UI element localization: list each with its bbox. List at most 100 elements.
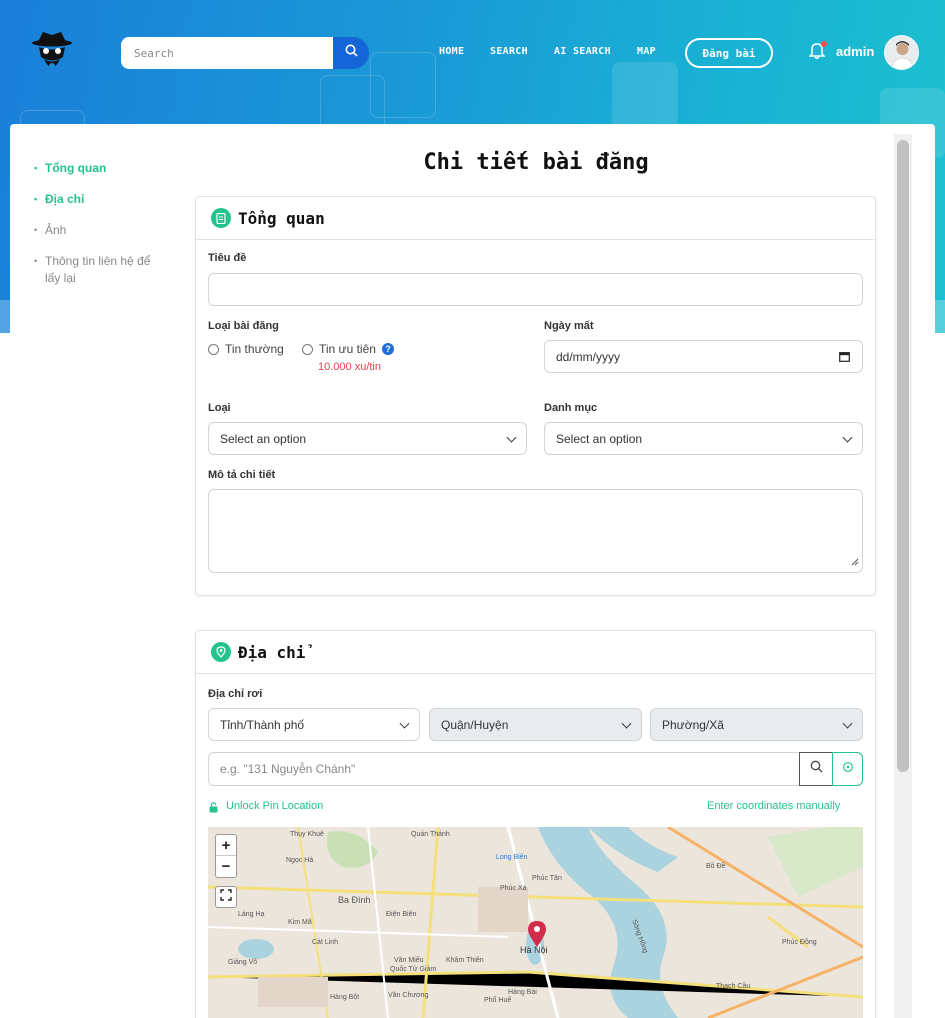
chevron-down-icon <box>621 718 632 729</box>
fullscreen-button[interactable] <box>215 886 237 908</box>
chevron-down-icon <box>506 432 517 443</box>
post-type-label: Loại bài đăng <box>208 320 279 332</box>
lock-icon <box>209 800 218 818</box>
type-select[interactable]: Select an option <box>208 422 527 455</box>
radio-priority-post[interactable]: Tin ưu tiên ? <box>302 342 394 356</box>
locate-me-button[interactable] <box>832 752 863 786</box>
map-label: Quán Thánh <box>411 831 450 838</box>
map-label: Quốc Tử Giám <box>390 966 437 973</box>
map-zoom-control: + − <box>215 834 237 878</box>
category-label: Danh mục <box>544 402 598 414</box>
radio-priority-label: Tin ưu tiên <box>319 342 376 356</box>
ward-value: Phường/Xã <box>662 717 724 732</box>
create-post-button[interactable]: Đăng bài <box>685 38 773 68</box>
page-title: Chi tiết bài đăng <box>423 150 649 175</box>
map-label: Khâm Thiên <box>446 957 484 964</box>
nav-ai-search[interactable]: AI SEARCH <box>554 46 611 57</box>
map-label: Phúc Tân <box>532 875 562 882</box>
map-label: Ba Đình <box>338 895 371 905</box>
decor-square <box>370 52 436 118</box>
address-map[interactable]: Thụy Khuê Quán Thánh Long Biên Ngọc Hà P… <box>208 827 863 1018</box>
ward-select[interactable]: Phường/Xã <box>650 708 863 741</box>
header-search <box>121 37 369 69</box>
description-textarea[interactable] <box>208 489 863 573</box>
document-icon <box>211 208 231 228</box>
province-select[interactable]: Tỉnh/Thành phố <box>208 708 420 741</box>
map-label: Phúc Xá <box>500 885 527 892</box>
priority-price: 10.000 xu/tin <box>318 361 381 373</box>
search-input[interactable] <box>121 37 335 69</box>
nav-map[interactable]: MAP <box>637 46 656 57</box>
address-search-button[interactable] <box>799 752 833 786</box>
map-label: Thạch Cầu <box>716 983 751 990</box>
category-select[interactable]: Select an option <box>544 422 863 455</box>
map-label: Hàng Bột <box>330 994 360 1001</box>
date-placeholder: dd/mm/yyyy <box>556 349 621 364</box>
category-select-value: Select an option <box>556 431 643 446</box>
chevron-down-icon <box>399 718 410 729</box>
map-label: Phố Huế <box>484 997 512 1004</box>
sidebar-item-contact[interactable]: Thông tin liên hệ để lấy lại <box>34 253 164 287</box>
map-label: Kim Mã <box>288 919 312 926</box>
title-input[interactable] <box>208 273 863 306</box>
type-select-value: Select an option <box>220 431 307 446</box>
map-label: Cát Linh <box>312 939 339 946</box>
section-nav: Tổng quan Địa chỉ Ảnh Thông tin liên hệ … <box>34 160 164 301</box>
calendar-icon[interactable] <box>839 351 850 365</box>
radio-circle[interactable] <box>302 343 313 355</box>
chevron-down-icon <box>842 718 853 729</box>
type-label: Loại <box>208 402 231 414</box>
map-label: Long Biên <box>496 854 528 861</box>
map-label: Hàng Bài <box>508 989 537 996</box>
notification-dot <box>821 41 827 47</box>
district-select[interactable]: Quận/Huyện <box>429 708 642 741</box>
lost-date-input[interactable]: dd/mm/yyyy <box>544 340 863 373</box>
title-label: Tiêu đề <box>208 252 247 264</box>
zoom-out-button[interactable]: − <box>216 856 236 877</box>
description-label: Mô tả chi tiết <box>208 469 276 481</box>
street-placeholder: e.g. "131 Nguyễn Chánh" <box>220 762 356 776</box>
chevron-down-icon <box>842 432 853 443</box>
street-input[interactable]: e.g. "131 Nguyễn Chánh" <box>208 752 801 786</box>
search-button[interactable] <box>333 37 369 69</box>
crosshair-icon <box>842 760 854 778</box>
notification-bell-icon[interactable] <box>808 41 827 61</box>
map-label: Bồ Đề <box>706 863 726 870</box>
address-header: Địa chỉ <box>196 631 875 674</box>
map-label: Hà Nội <box>520 945 548 955</box>
search-icon <box>810 760 823 778</box>
resize-handle-icon[interactable] <box>851 555 859 569</box>
map-label: Điện Biên <box>386 911 417 918</box>
map-label: Thụy Khuê <box>290 831 324 838</box>
radio-circle[interactable] <box>208 343 219 355</box>
user-name[interactable]: admin <box>836 44 874 59</box>
nav-home[interactable]: HOME <box>439 46 464 57</box>
sidebar-item-overview[interactable]: Tổng quan <box>34 160 164 177</box>
help-icon[interactable]: ? <box>381 343 394 355</box>
fullscreen-icon <box>220 888 232 906</box>
page-scrollbar[interactable] <box>894 134 912 1018</box>
location-pin-icon <box>211 642 231 662</box>
province-value: Tỉnh/Thành phố <box>220 717 305 732</box>
radio-normal-post[interactable]: Tin thường <box>208 342 284 356</box>
search-icon <box>345 44 358 62</box>
overview-header: Tổng quan <box>196 197 875 240</box>
enter-coordinates-link[interactable]: Enter coordinates manually <box>707 800 840 812</box>
avatar[interactable] <box>884 35 919 70</box>
scrollbar-thumb[interactable] <box>897 140 909 772</box>
address-title: Địa chỉ <box>238 642 306 662</box>
spy-logo-icon[interactable] <box>30 28 74 76</box>
nav-search[interactable]: SEARCH <box>490 46 528 57</box>
sidebar-item-address[interactable]: Địa chỉ <box>34 191 164 208</box>
zoom-in-button[interactable]: + <box>216 835 236 856</box>
lost-date-label: Ngày mất <box>544 320 594 332</box>
overview-title: Tổng quan <box>238 208 325 228</box>
sidebar-item-photos[interactable]: Ảnh <box>34 222 164 239</box>
unlock-pin-link[interactable]: Unlock Pin Location <box>226 800 323 812</box>
decor-square <box>612 62 678 128</box>
map-label: Văn Chương <box>388 992 429 999</box>
map-label: Văn Miếu <box>394 957 424 964</box>
map-label: Phúc Đồng <box>782 939 817 946</box>
map-label: Láng Hạ <box>238 911 265 918</box>
district-value: Quận/Huyện <box>441 717 509 732</box>
